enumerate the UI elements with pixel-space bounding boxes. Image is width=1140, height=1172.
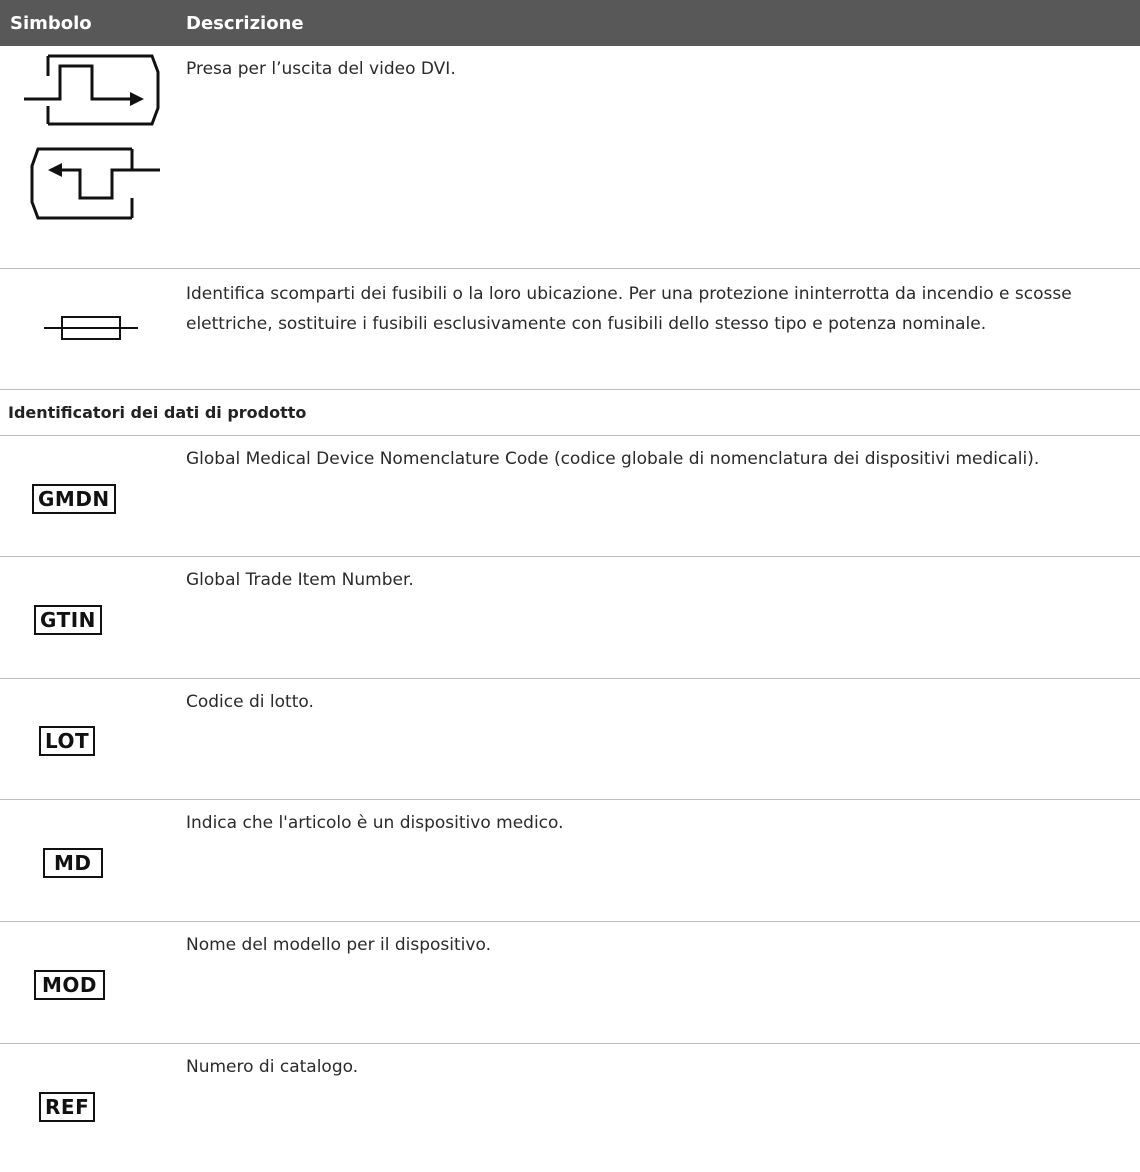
table-row: GTIN Global Trade Item Number.: [0, 557, 1140, 679]
table-row: Presa per l’uscita del video DVI.: [0, 46, 1140, 269]
table-header: Simbolo Descrizione: [0, 0, 1140, 46]
symbol-table-page: Simbolo Descrizione Presa per l’uscita d…: [0, 0, 1140, 1172]
table-row: Identifica scomparti dei fusibili o la l…: [0, 269, 1140, 390]
table-row: MOD Nome del modello per il dispositivo.: [0, 922, 1140, 1044]
section-title: Identificatori dei dati di prodotto: [0, 390, 1140, 436]
fuse-icon: [0, 269, 186, 389]
row-description: Global Medical Device Nomenclature Code …: [186, 449, 1040, 469]
gmdn-label: GMDN: [32, 484, 116, 514]
row-description: Numero di catalogo.: [186, 1057, 359, 1077]
table-row: REF Numero di catalogo.: [0, 1044, 1140, 1164]
row-description: Indica che l'articolo è un dispositivo m…: [186, 813, 564, 833]
ref-label: REF: [39, 1092, 96, 1122]
row-description: Global Trade Item Number.: [186, 570, 414, 590]
gtin-label: GTIN: [34, 605, 102, 635]
dvi-video-output-icon: [0, 46, 186, 268]
table-row: GMDN Global Medical Device Nomenclature …: [0, 436, 1140, 557]
header-description: Descrizione: [186, 12, 304, 34]
table-row: MD Indica che l'articolo è un dispositiv…: [0, 800, 1140, 922]
mod-label: MOD: [34, 970, 106, 1000]
table-row: LOT Codice di lotto.: [0, 679, 1140, 800]
header-symbol: Simbolo: [10, 12, 92, 34]
row-description: Nome del modello per il dispositivo.: [186, 935, 491, 955]
row-description: Identifica scomparti dei fusibili o la l…: [186, 284, 1072, 334]
lot-label: LOT: [39, 726, 96, 756]
row-description: Presa per l’uscita del video DVI.: [186, 59, 456, 79]
row-description: Codice di lotto.: [186, 692, 314, 712]
md-label: MD: [43, 848, 103, 878]
